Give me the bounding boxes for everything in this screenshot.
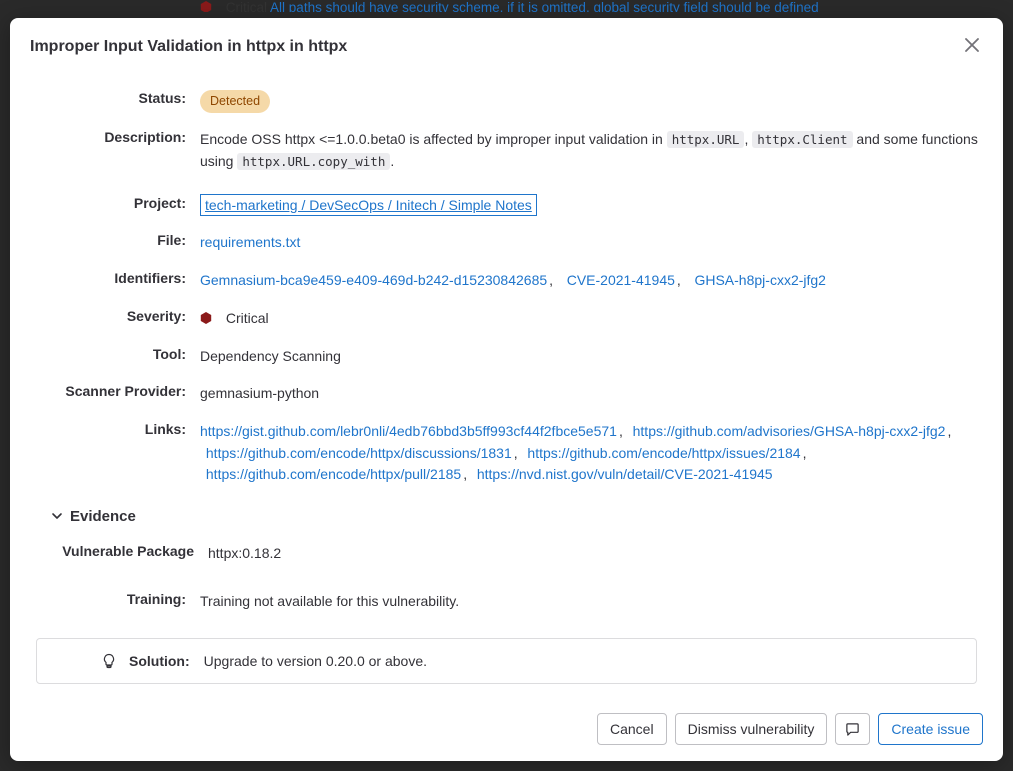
bg-finding-link[interactable]: All paths should have security scheme, i…	[270, 0, 819, 12]
close-icon	[965, 38, 979, 52]
severity-label: Severity:	[30, 308, 200, 324]
solution-text: Upgrade to version 0.20.0 or above.	[204, 653, 427, 669]
modal-header: Improper Input Validation in httpx in ht…	[10, 18, 1003, 72]
bg-severity-label: Critical	[226, 0, 267, 12]
description-label: Description:	[30, 129, 200, 145]
link-pull-b[interactable]: github.com/encode/httpx/pull/2185	[248, 466, 461, 482]
link-ghsa-b[interactable]: x2-jfg2	[903, 423, 945, 439]
cancel-button[interactable]: Cancel	[597, 713, 667, 745]
vulnerable-package-label: Vulnerable Package	[30, 543, 208, 559]
link-pull-a[interactable]: https://	[206, 466, 248, 482]
code-copy-with: httpx.URL.copy_with	[237, 153, 390, 170]
severity-value: Critical	[200, 308, 983, 330]
status-badge: Detected	[200, 90, 270, 113]
link-issues[interactable]: https://github.com/encode/httpx/issues/2…	[527, 445, 800, 461]
comment-button[interactable]	[835, 713, 870, 745]
modal-title: Improper Input Validation in httpx in ht…	[30, 38, 347, 56]
identifier-ghsa[interactable]: GHSA-h8pj-cxx2-jfg2	[694, 272, 826, 288]
links-label: Links:	[30, 421, 200, 437]
link-ghsa-a[interactable]: https://github.com/advisories/GHSA-h8pj-…	[633, 423, 904, 439]
training-value: Training not available for this vulnerab…	[200, 591, 983, 613]
code-httpx-url: httpx.URL	[667, 131, 745, 148]
link-gist[interactable]: https://gist.github.com/lebr0nli/4edb76b…	[200, 423, 617, 439]
modal-body: Status: Detected Description: Encode OSS…	[10, 72, 1003, 697]
vulnerable-package-value: httpx:0.18.2	[208, 543, 983, 565]
description-value: Encode OSS httpx <=1.0.0.beta0 is affect…	[200, 129, 983, 172]
file-link[interactable]: requirements.txt	[200, 234, 300, 250]
file-label: File:	[30, 232, 200, 248]
identifiers-label: Identifiers:	[30, 270, 200, 286]
link-nvd[interactable]: https://nvd.nist.gov/vuln/detail/CVE-202…	[477, 466, 773, 482]
scanner-provider-value: gemnasium-python	[200, 383, 983, 405]
dismiss-vulnerability-button[interactable]: Dismiss vulnerability	[675, 713, 828, 745]
identifier-gemnasium[interactable]: Gemnasium-bca9e459-e409-469d-b242-d15230…	[200, 272, 547, 288]
training-label: Training:	[30, 591, 200, 607]
create-issue-button[interactable]: Create issue	[878, 713, 983, 745]
scanner-provider-label: Scanner Provider:	[30, 383, 200, 399]
vulnerability-detail-modal: Improper Input Validation in httpx in ht…	[10, 18, 1003, 761]
identifier-cve[interactable]: CVE-2021-41945	[567, 272, 675, 288]
code-httpx-client: httpx.Client	[752, 131, 852, 148]
bulb-icon	[101, 653, 117, 669]
evidence-toggle[interactable]: Evidence	[50, 508, 983, 525]
identifiers-value: Gemnasium-bca9e459-e409-469d-b242-d15230…	[200, 270, 983, 292]
status-label: Status:	[30, 90, 200, 106]
evidence-label: Evidence	[70, 508, 136, 525]
tool-value: Dependency Scanning	[200, 346, 983, 368]
close-button[interactable]	[961, 34, 983, 60]
modal-footer: Cancel Dismiss vulnerability Create issu…	[10, 697, 1003, 761]
critical-severity-icon	[200, 312, 212, 324]
solution-box: Solution: Upgrade to version 0.20.0 or a…	[36, 638, 977, 684]
comment-icon	[845, 722, 860, 737]
background-row: Critical All paths should have security …	[120, 0, 1013, 12]
project-link[interactable]: tech-marketing / DevSecOps / Initech / S…	[200, 194, 537, 216]
tool-label: Tool:	[30, 346, 200, 362]
project-label: Project:	[30, 195, 200, 211]
chevron-down-icon	[50, 509, 64, 523]
solution-label: Solution:	[129, 653, 190, 669]
links-value: https://gist.github.com/lebr0nli/4edb76b…	[200, 421, 983, 486]
link-discussions[interactable]: https://github.com/encode/httpx/discussi…	[206, 445, 512, 461]
